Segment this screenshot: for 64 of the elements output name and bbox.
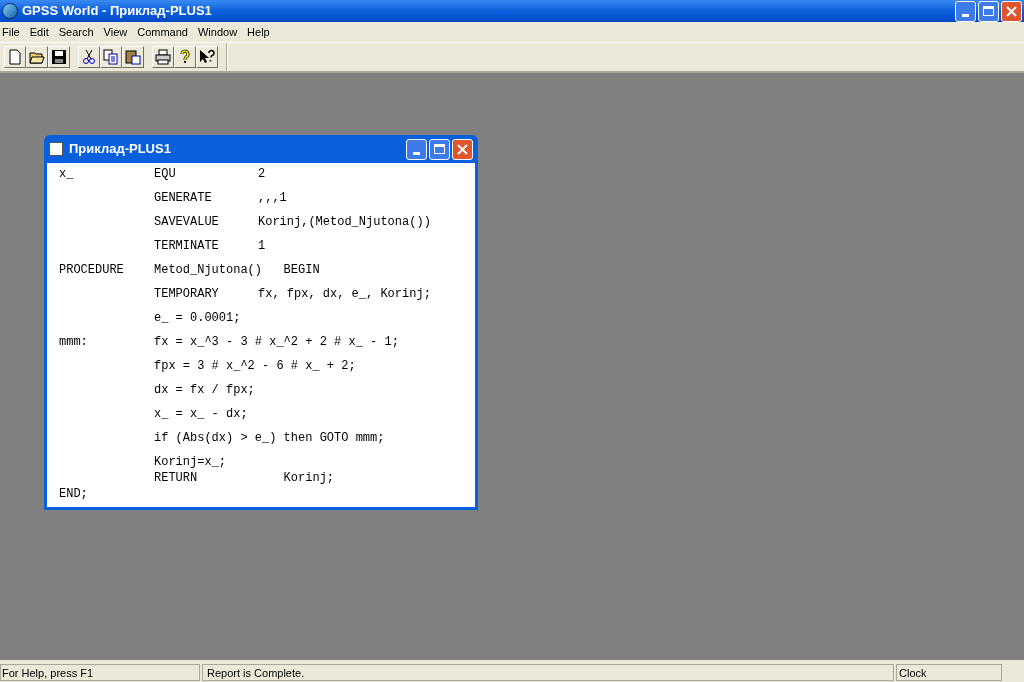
code-statement: fpx = 3 # x_^2 - 6 # x_ + 2; (154, 358, 356, 375)
toolbar-button[interactable] (152, 46, 174, 68)
menu-item[interactable]: Edit (24, 23, 54, 41)
toolbar-button[interactable] (122, 46, 144, 68)
maximize-button[interactable] (429, 138, 450, 160)
code-statement: e_ = 0.0001; (154, 310, 241, 327)
minimize-button[interactable] (955, 0, 976, 22)
minimize-button[interactable] (406, 138, 427, 160)
pointer-question-icon (199, 49, 215, 65)
menu-item[interactable]: File (0, 23, 25, 41)
folder-icon (29, 49, 45, 65)
clipboard-icon (125, 49, 141, 65)
status-message: Report is Complete. (202, 663, 894, 681)
code-statement: TERMINATE (154, 238, 220, 255)
menu-item[interactable]: View (98, 23, 133, 41)
code-operand: 2 (258, 166, 266, 183)
code-operand: ,,,1 (258, 190, 287, 207)
scissors-icon (81, 49, 97, 65)
copy-icon (103, 49, 119, 65)
code-statement: dx = fx / fpx; (154, 382, 255, 399)
menu-item[interactable]: Search (53, 23, 99, 41)
new-file-icon (7, 49, 23, 65)
menu-item[interactable]: Window (192, 23, 243, 41)
code-statement: GENERATE (154, 190, 213, 207)
document-title: Приклад-PLUS1 (69, 140, 171, 159)
document-icon (49, 142, 63, 156)
status-help: For Help, press F1 (0, 663, 200, 681)
code-label: x_ (59, 167, 74, 181)
window-title: GPSS World - Приклад-PLUS1 (22, 2, 212, 21)
code-statement: Metod_Njutona() BEGIN (154, 262, 320, 279)
close-button[interactable] (452, 138, 473, 160)
code-statement: if (Abs(dx) > e_) then GOTO mmm; (154, 430, 385, 447)
code-operand: Korinj,(Metod_Njutona()) (258, 214, 431, 231)
maximize-button[interactable] (978, 0, 999, 22)
menu-item[interactable]: Command (132, 23, 193, 41)
code-statement: SAVEVALUE (154, 214, 220, 231)
code-label: PROCEDURE (59, 263, 124, 277)
printer-icon (155, 49, 171, 65)
code-statement: RETURN Korinj; (154, 470, 335, 487)
code-statement: fx = x_^3 - 3 # x_^2 + 2 # x_ - 1; (154, 334, 399, 351)
app-globe-icon (2, 3, 18, 19)
toolbar-button[interactable] (78, 46, 100, 68)
code-statement: EQU (154, 166, 177, 183)
toolbar-button[interactable] (26, 46, 48, 68)
toolbar-button[interactable] (196, 46, 218, 68)
code-statement: TEMPORARY (154, 286, 220, 303)
maximize-icon (434, 144, 445, 154)
code-operand: fx, fpx, dx, e_, Korinj; (258, 286, 431, 303)
code-operand: 1 (258, 238, 266, 255)
toolbar-button[interactable] (100, 46, 122, 68)
minimize-icon (413, 151, 420, 155)
menu-item[interactable]: Help (242, 23, 275, 41)
maximize-icon (983, 6, 994, 16)
code-statement: Korinj=x_; (154, 454, 226, 471)
minimize-icon (962, 13, 969, 17)
close-button[interactable] (1001, 0, 1022, 22)
toolbar-button[interactable] (48, 46, 70, 68)
close-icon (457, 143, 468, 155)
code-label: mmm: (59, 335, 88, 349)
close-icon (1006, 5, 1017, 17)
code-statement: x_ = x_ - dx; (154, 406, 248, 423)
status-clock: Clock (896, 663, 1002, 681)
toolbar-button[interactable] (174, 46, 196, 68)
code-label: END; (59, 487, 88, 501)
